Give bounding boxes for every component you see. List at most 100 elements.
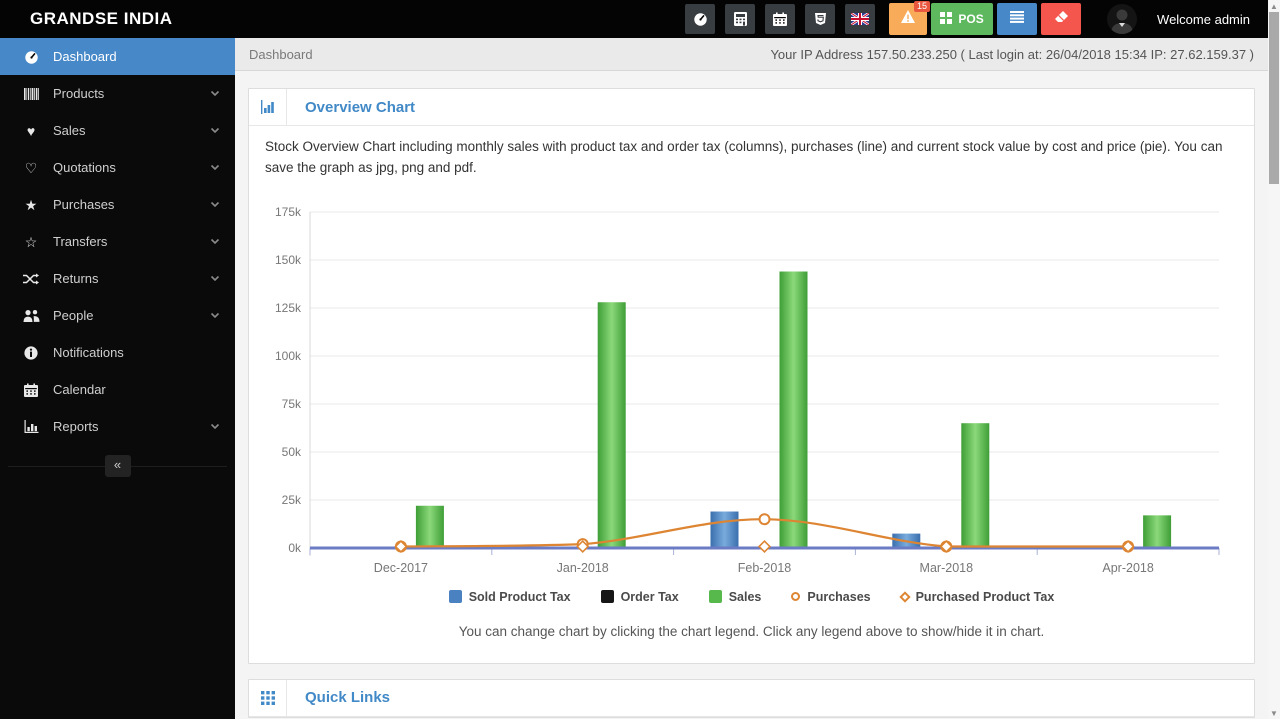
uk-flag-icon xyxy=(851,13,870,25)
scroll-up-arrow[interactable]: ▲ xyxy=(1268,0,1280,12)
gauge-icon xyxy=(693,12,708,26)
topbar: GRANDSE INDIA 15 POS Welcome admin xyxy=(0,0,1268,38)
svg-text:Apr-2018: Apr-2018 xyxy=(1102,561,1153,575)
window-scrollbar[interactable]: ▲ ▼ xyxy=(1268,0,1280,719)
legend-item-sold-product-tax[interactable]: Sold Product Tax xyxy=(448,589,571,604)
gauge-icon xyxy=(22,50,40,64)
svg-text:25k: 25k xyxy=(282,493,302,507)
sidebar-item-label: Quotations xyxy=(53,160,116,175)
scroll-down-arrow[interactable]: ▼ xyxy=(1268,707,1280,719)
chart-y-labels: 0k 25k 50k 75k 100k 125k 150k 175k xyxy=(275,205,302,555)
bar-sales-Apr-2018[interactable] xyxy=(1143,515,1172,548)
svg-text:125k: 125k xyxy=(275,301,302,315)
overview-chart-panel: Overview Chart Stock Overview Chart incl… xyxy=(248,88,1255,664)
quick-links-panel: Quick Links xyxy=(248,678,1255,718)
calculator-button[interactable] xyxy=(725,4,756,34)
sidebar-item-label: Calendar xyxy=(53,382,106,397)
chevron-down-icon xyxy=(210,312,220,319)
sidebar-item-purchases[interactable]: ★ Purchases xyxy=(0,186,235,223)
chart-footer-note: You can change chart by clicking the cha… xyxy=(458,623,1045,639)
overview-panel-header: Overview Chart xyxy=(249,89,1254,126)
legend-item-order-tax[interactable]: Order Tax xyxy=(600,589,679,604)
avatar[interactable] xyxy=(1107,4,1138,34)
scrollbar-thumb[interactable] xyxy=(1269,12,1279,184)
ip-info: Your IP Address 157.50.233.250 ( Last lo… xyxy=(770,46,1254,62)
sidebar-item-label: Transfers xyxy=(53,234,108,249)
sidebar-item-returns[interactable]: Returns xyxy=(0,260,235,297)
svg-text:175k: 175k xyxy=(275,205,302,219)
th-large-icon xyxy=(940,11,953,27)
alerts-button[interactable]: 15 xyxy=(889,1,931,35)
legend-circle-marker xyxy=(791,592,801,602)
legend-label: Purchased Product Tax xyxy=(915,589,1055,604)
sidebar-item-notifications[interactable]: Notifications xyxy=(0,334,235,371)
chevron-down-icon xyxy=(210,201,220,208)
breadcrumb-title: Dashboard xyxy=(249,46,313,62)
breadcrumb: Dashboard Your IP Address 157.50.233.250… xyxy=(235,38,1268,71)
star-o-icon: ☆ xyxy=(24,233,38,250)
legend-swatch-sales xyxy=(708,590,722,604)
legend-label: Purchases xyxy=(807,589,871,604)
legend-label: Order Tax xyxy=(620,589,679,604)
series-sold-product-tax xyxy=(710,511,921,548)
overview-description: Stock Overview Chart including monthly s… xyxy=(265,139,1223,175)
star-icon: ★ xyxy=(24,196,38,213)
legend-label: Sold Product Tax xyxy=(468,589,571,604)
sidebar-item-label: Purchases xyxy=(53,197,115,212)
bar-sales-Jan-2018[interactable] xyxy=(597,302,626,548)
overview-chart[interactable]: 0k 25k 50k 75k 100k 125k 150k 175k Dec-2017 Jan-2… xyxy=(249,196,1254,588)
gauge-button[interactable] xyxy=(685,4,716,34)
sidebar-item-quotations[interactable]: ♡ Quotations xyxy=(0,149,235,186)
bar-sold-product-tax-Feb-2018[interactable] xyxy=(710,511,739,548)
pos-label: POS xyxy=(958,12,984,26)
chart-legend: Sold Product Tax Order Tax Sales Purchases P… xyxy=(249,590,1254,604)
content-area: Overview Chart Stock Overview Chart incl… xyxy=(235,71,1268,719)
bar-chart-icon xyxy=(22,420,40,433)
marker-circle-Feb-2018[interactable] xyxy=(758,513,771,526)
css3-button[interactable] xyxy=(805,4,836,34)
sidebar-item-calendar[interactable]: Calendar xyxy=(0,371,235,408)
quick-links-header: Quick Links xyxy=(249,679,1254,717)
svg-text:50k: 50k xyxy=(282,445,302,459)
svg-text:100k: 100k xyxy=(275,349,302,363)
legend-item-sales[interactable]: Sales xyxy=(708,590,761,604)
calendar-button[interactable] xyxy=(765,4,796,34)
chevron-down-icon xyxy=(210,127,220,134)
sidebar-item-sales[interactable]: ♥ Sales xyxy=(0,112,235,149)
chevron-down-icon xyxy=(210,90,220,97)
sidebar-item-products[interactable]: Products xyxy=(0,75,235,112)
legend-item-purchases[interactable]: Purchases xyxy=(791,589,871,604)
uk-flag-button[interactable] xyxy=(845,4,876,34)
sidebar-item-reports[interactable]: Reports xyxy=(0,408,235,445)
bar-sales-Mar-2018[interactable] xyxy=(961,423,990,548)
sidebar-item-people[interactable]: People xyxy=(0,297,235,334)
bar-sales-Feb-2018[interactable] xyxy=(779,271,808,548)
list-button[interactable] xyxy=(997,3,1038,35)
clear-cache-button[interactable] xyxy=(1041,3,1082,35)
shuffle-icon xyxy=(22,273,40,285)
topbar-dark-buttons xyxy=(685,4,876,34)
users-icon xyxy=(22,309,40,322)
sidebar-item-transfers[interactable]: ☆ Transfers xyxy=(0,223,235,260)
sidebar: Dashboard Products ♥ Sales ♡ Quotations ★ Purch… xyxy=(0,38,235,719)
sidebar-item-dashboard[interactable]: Dashboard xyxy=(0,38,235,75)
css3-icon xyxy=(814,12,827,26)
overview-chart-svg[interactable]: 0k 25k 50k 75k 100k 125k 150k 175k Dec-2017 Jan-2… xyxy=(249,196,1254,588)
legend-item-purchased-product-tax[interactable]: Purchased Product Tax xyxy=(898,589,1055,604)
topbar-colored-buttons: 15 POS xyxy=(889,1,1082,35)
pos-button[interactable]: POS xyxy=(931,3,994,35)
legend-swatch-order-tax xyxy=(600,590,614,604)
calendar-icon xyxy=(773,12,788,26)
legend-diamond-marker xyxy=(898,591,911,603)
list-icon xyxy=(1010,10,1025,28)
sidebar-item-label: Sales xyxy=(53,123,86,138)
svg-text:Jan-2018: Jan-2018 xyxy=(557,561,609,575)
bar-sales-Dec-2017[interactable] xyxy=(415,505,444,548)
sidebar-collapse-row: « xyxy=(0,455,235,477)
svg-text:75k: 75k xyxy=(282,397,302,411)
overview-panel-title: Overview Chart xyxy=(305,98,416,116)
sidebar-collapse-button[interactable]: « xyxy=(104,455,131,477)
series-sales xyxy=(415,271,1172,548)
sidebar-item-label: Dashboard xyxy=(53,49,117,64)
marker-diamond-Feb-2018[interactable] xyxy=(757,539,772,553)
